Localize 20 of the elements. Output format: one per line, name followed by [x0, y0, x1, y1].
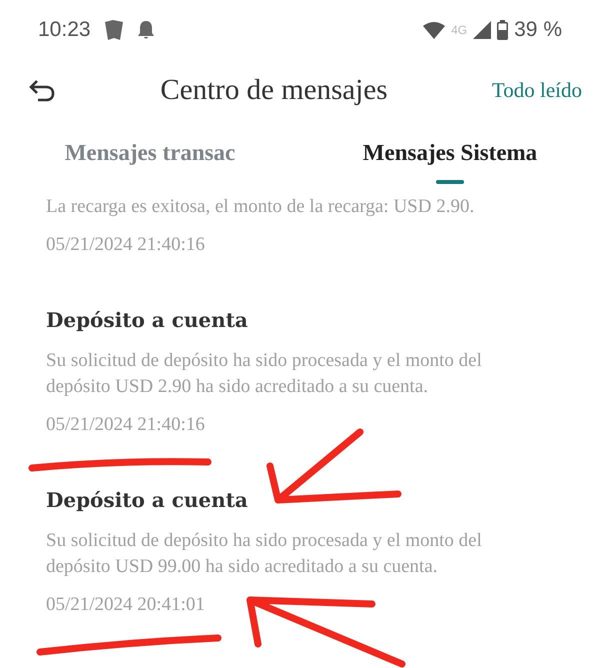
message-title: Depósito a cuenta — [46, 488, 249, 512]
battery-level: 39 % — [514, 18, 562, 42]
page-title: Centro de mensajes — [159, 74, 388, 106]
message-title: Depósito a cuenta — [46, 308, 249, 332]
message-date: 05/21/2024 21:40:16 — [46, 234, 206, 256]
message-body: Su solicitud de depósito ha sido procesada y el monto del depósito USD 2.90 ha sido acreditado a su cuenta. — [46, 349, 483, 399]
message-date: 05/21/2024 21:40:16 — [46, 414, 206, 436]
network-type: 4G — [451, 23, 468, 37]
battery-icon — [497, 20, 508, 40]
clock: 10:23 — [38, 18, 91, 42]
mark-all-read-link[interactable]: Todo leído — [492, 78, 582, 102]
signal-icon — [473, 21, 492, 39]
back-button[interactable] — [28, 78, 56, 102]
bell-icon — [136, 20, 155, 40]
message-body: Su solicitud de depósito ha sido procesada y el monto del depósito USD 99.00 ha sido acreditado a su cuenta. — [46, 529, 483, 579]
tab[interactable]: Mensajes transac — [0, 120, 300, 186]
wifi-icon — [423, 21, 446, 39]
tab[interactable]: Mensajes Sistema — [300, 120, 600, 186]
message-body: La recarga es exitosa, el monto de la recarga: USD 2.90. — [46, 195, 476, 219]
message-date: 05/21/2024 20:41:01 — [46, 594, 206, 616]
